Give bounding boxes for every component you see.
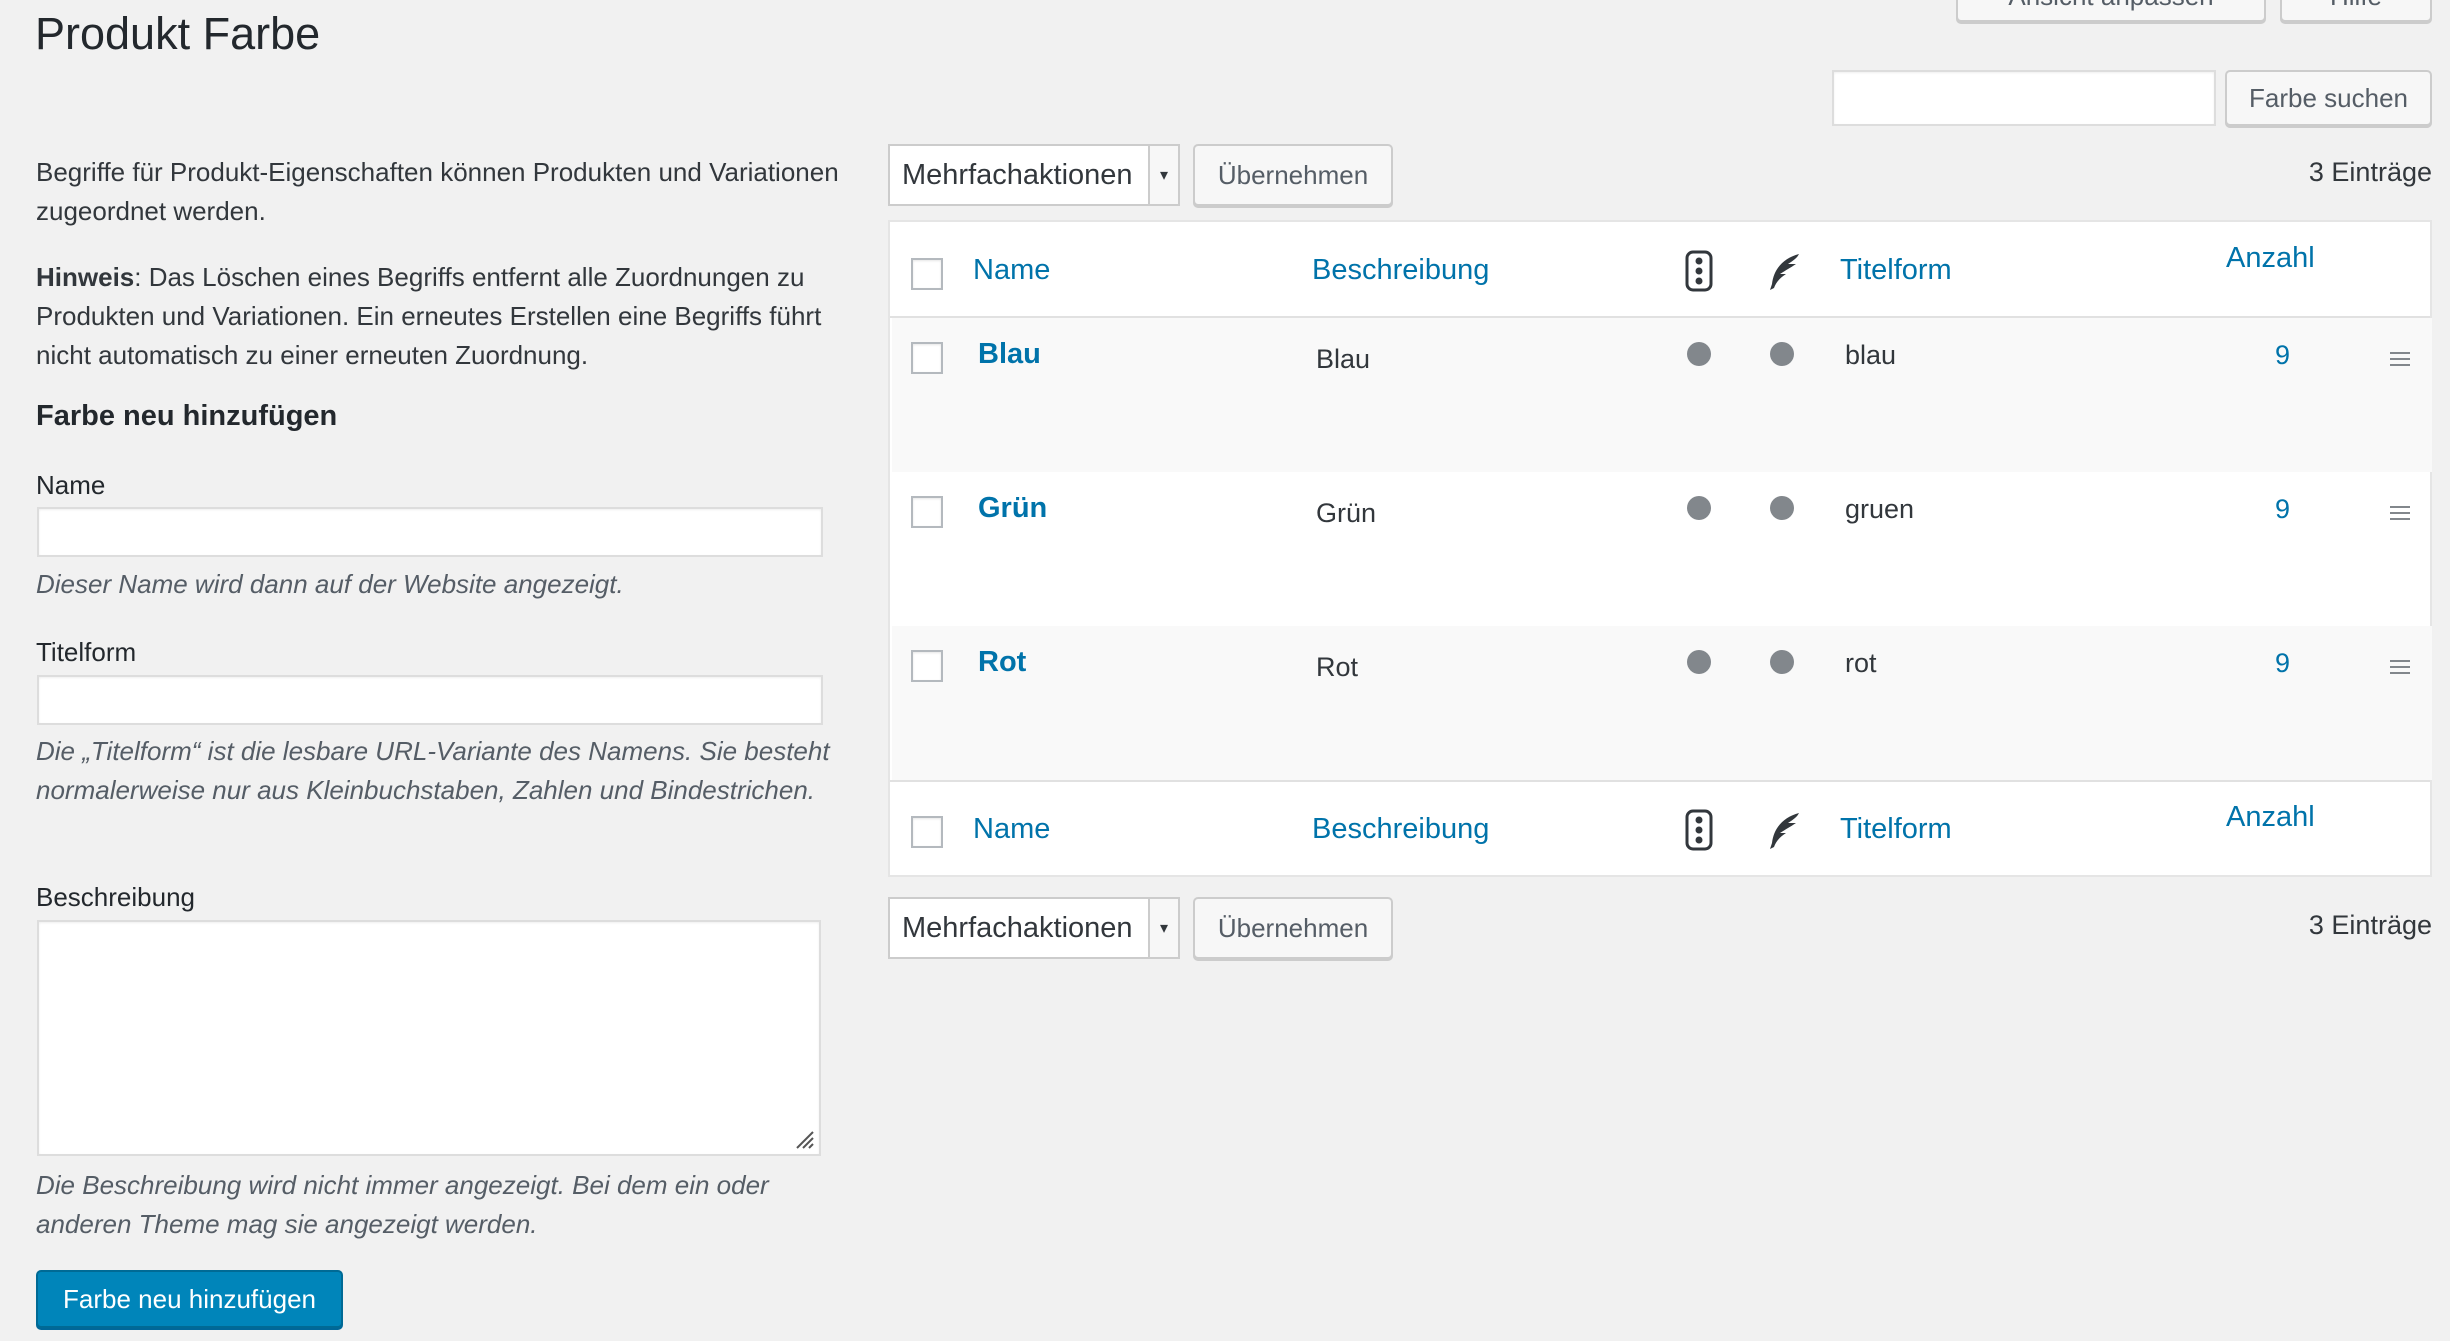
row-checkbox[interactable] [911, 496, 943, 528]
column-slug[interactable]: Titelform [1840, 254, 1952, 287]
description-label: Beschreibung [36, 882, 195, 912]
column-name[interactable]: Name [973, 254, 1050, 287]
row-checkbox[interactable] [911, 342, 943, 374]
select-all-checkbox-footer[interactable] [911, 816, 943, 848]
traffic-light-icon [1685, 809, 1713, 851]
drag-handle-icon[interactable] [2390, 352, 2410, 366]
add-color-label: Farbe neu hinzufügen [63, 1283, 316, 1314]
traffic-light-icon [1685, 250, 1713, 292]
column-description[interactable]: Beschreibung [1312, 254, 1489, 287]
bulk-actions-select-bottom[interactable]: Mehrfachaktionen ▾ [888, 897, 1180, 959]
help-label: Hilfe [2330, 0, 2382, 12]
column-slug-footer[interactable]: Titelform [1840, 813, 1952, 846]
screen-options-label: Ansicht anpassen [2008, 0, 2213, 12]
search-button[interactable]: Farbe suchen [2225, 70, 2432, 126]
description-hint: Die Beschreibung wird nicht immer angeze… [36, 1170, 769, 1239]
bulk-actions-value: Mehrfachaktionen [902, 911, 1133, 944]
status-dot-icon [1770, 342, 1794, 366]
column-count-footer[interactable]: Anzahl [2226, 801, 2315, 834]
description-textarea[interactable] [37, 920, 821, 1156]
table-row: Blau Blau blau 9 [892, 318, 2432, 472]
items-count-top: 3 Einträge [2308, 157, 2432, 187]
drag-handle-icon[interactable] [2390, 506, 2410, 520]
screen-options-button[interactable]: Ansicht anpassen [1956, 0, 2266, 22]
apply-label: Übernehmen [1217, 159, 1369, 190]
feather-icon [1770, 813, 1799, 849]
term-name-link[interactable]: Grün [978, 492, 1047, 525]
terms-table: Name Beschreibung Titelform Anzahl Blau … [888, 220, 2432, 877]
status-dot-icon [1770, 496, 1794, 520]
search-button-label: Farbe suchen [2249, 82, 2408, 113]
apply-button-bottom[interactable]: Übernehmen [1193, 897, 1393, 959]
slug-label: Titelform [36, 637, 137, 667]
chevron-down-icon: ▾ [1148, 899, 1178, 957]
term-count-link[interactable]: 9 [2275, 648, 2290, 679]
feather-icon [1770, 254, 1799, 290]
table-row: Grün Grün gruen 9 [892, 472, 2432, 626]
term-count-link[interactable]: 9 [2275, 494, 2290, 525]
slug-hint: Die „Titelform“ ist die lesbare URL-Vari… [36, 736, 830, 805]
bulk-actions-value: Mehrfachaktionen [902, 158, 1133, 191]
term-description: Rot [1316, 652, 1359, 682]
form-heading: Farbe neu hinzufügen [36, 400, 338, 432]
column-name-footer[interactable]: Name [973, 813, 1050, 846]
select-all-checkbox[interactable] [911, 258, 943, 290]
row-checkbox[interactable] [911, 650, 943, 682]
search-input[interactable] [1832, 70, 2216, 126]
footer-divider [890, 780, 2430, 782]
bulk-actions-select-top[interactable]: Mehrfachaktionen ▾ [888, 144, 1180, 206]
status-dot-icon [1687, 650, 1711, 674]
name-field[interactable] [37, 507, 823, 557]
slug-field[interactable] [37, 675, 823, 725]
table-row: Rot Rot rot 9 [892, 626, 2432, 780]
help-button[interactable]: Hilfe [2280, 0, 2432, 22]
column-description-footer[interactable]: Beschreibung [1312, 813, 1489, 846]
term-name-link[interactable]: Blau [978, 338, 1041, 371]
items-count-bottom: 3 Einträge [2308, 910, 2432, 940]
chevron-down-icon: ▾ [1148, 146, 1178, 204]
term-name-link[interactable]: Rot [978, 646, 1026, 679]
apply-button-top[interactable]: Übernehmen [1193, 144, 1393, 206]
term-slug: blau [1845, 340, 1897, 370]
resize-handle-icon[interactable] [793, 1128, 815, 1150]
status-dot-icon [1687, 342, 1711, 366]
term-count-link[interactable]: 9 [2275, 340, 2290, 371]
note-bold: Hinweis [36, 262, 135, 292]
term-slug: rot [1845, 648, 1877, 678]
intro-note: Hinweis: Das Löschen eines Begriffs entf… [36, 258, 876, 375]
apply-label: Übernehmen [1217, 912, 1369, 943]
name-label: Name [36, 470, 106, 500]
column-count[interactable]: Anzahl [2226, 242, 2315, 275]
term-description: Grün [1316, 498, 1377, 528]
term-slug: gruen [1845, 494, 1915, 524]
drag-handle-icon[interactable] [2390, 660, 2410, 674]
name-hint: Dieser Name wird dann auf der Website an… [36, 569, 624, 599]
status-dot-icon [1770, 650, 1794, 674]
page-title: Produkt Farbe [35, 8, 321, 59]
note-text: : Das Löschen eines Begriffs entfernt al… [36, 262, 822, 370]
term-description: Blau [1316, 344, 1371, 374]
status-dot-icon [1687, 496, 1711, 520]
add-color-button[interactable]: Farbe neu hinzufügen [36, 1270, 343, 1328]
intro-text: Begriffe für Produkt-Eigenschaften könne… [36, 157, 839, 226]
